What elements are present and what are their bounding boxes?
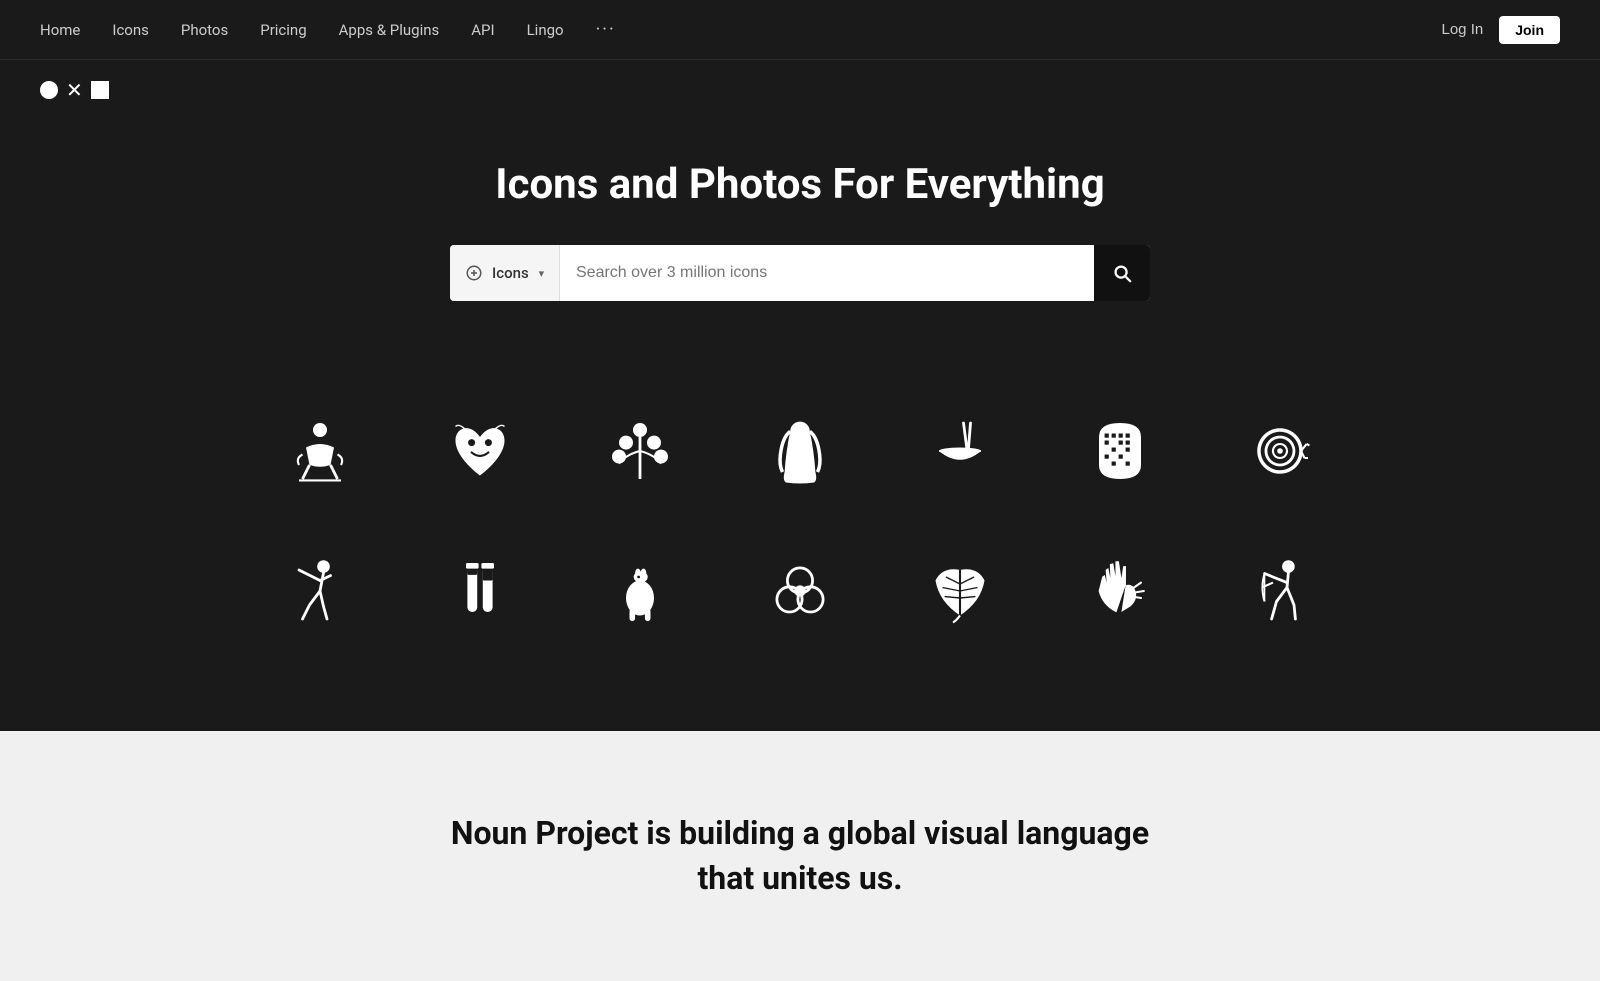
icon-llama[interactable]	[560, 531, 720, 651]
icon-dancer[interactable]	[240, 531, 400, 651]
icon-knot-pattern[interactable]	[720, 531, 880, 651]
icon-tropical-leaf[interactable]	[880, 531, 1040, 651]
search-icon	[1111, 262, 1133, 284]
icon-jazz-hands[interactable]	[1040, 531, 1200, 651]
logo-square	[91, 81, 109, 99]
icons-selector-icon	[464, 263, 484, 283]
icons-row-2	[60, 531, 1540, 651]
nav-more-button[interactable]: ···	[596, 19, 616, 40]
bottom-section: Noun Project is building a global visual…	[0, 731, 1600, 981]
icon-spiral-shell[interactable]	[1200, 391, 1360, 511]
icon-archer[interactable]	[1200, 531, 1360, 651]
icons-row-1	[60, 391, 1540, 511]
search-type-selector[interactable]: Icons ▾	[450, 245, 560, 301]
nav-photos[interactable]: Photos	[181, 21, 228, 39]
nav-icons[interactable]: Icons	[112, 21, 149, 39]
icon-digital-brain[interactable]	[1040, 391, 1200, 511]
join-button[interactable]: Join	[1499, 16, 1560, 44]
nav-lingo[interactable]: Lingo	[527, 21, 564, 39]
selector-label: Icons	[492, 264, 529, 282]
hero-title: Icons and Photos For Everything	[20, 160, 1580, 209]
nav-api[interactable]: API	[471, 21, 494, 39]
nav-links: Home Icons Photos Pricing Apps & Plugins…	[40, 19, 616, 40]
nav-apps-plugins[interactable]: Apps & Plugins	[339, 21, 440, 39]
login-button[interactable]: Log In	[1442, 21, 1484, 38]
navbar: Home Icons Photos Pricing Apps & Plugins…	[0, 0, 1600, 60]
icons-section	[0, 391, 1600, 731]
bottom-title: Noun Project is building a global visual…	[20, 811, 1580, 901]
logo-shapes[interactable]: ✕	[40, 80, 109, 100]
icon-heart-face[interactable]	[400, 391, 560, 511]
hero-section: Icons and Photos For Everything Icons ▾	[0, 100, 1600, 391]
nav-auth: Log In Join	[1442, 16, 1561, 44]
search-container: Icons ▾	[20, 245, 1580, 301]
logo-area: ✕	[0, 60, 1600, 100]
nav-pricing[interactable]: Pricing	[260, 21, 306, 39]
search-button[interactable]	[1094, 245, 1150, 301]
icon-person-hair[interactable]	[720, 391, 880, 511]
nav-home[interactable]: Home	[40, 21, 80, 39]
icon-bowl-chopsticks[interactable]	[880, 391, 1040, 511]
chevron-down-icon: ▾	[539, 267, 545, 280]
search-bar: Icons ▾	[450, 245, 1150, 301]
icon-meditation[interactable]	[240, 391, 400, 511]
icon-test-tubes[interactable]	[400, 531, 560, 651]
search-input[interactable]	[560, 245, 1094, 301]
logo-circle	[40, 81, 58, 99]
icon-flower-lungs[interactable]	[560, 391, 720, 511]
logo-x: ✕	[66, 80, 83, 100]
